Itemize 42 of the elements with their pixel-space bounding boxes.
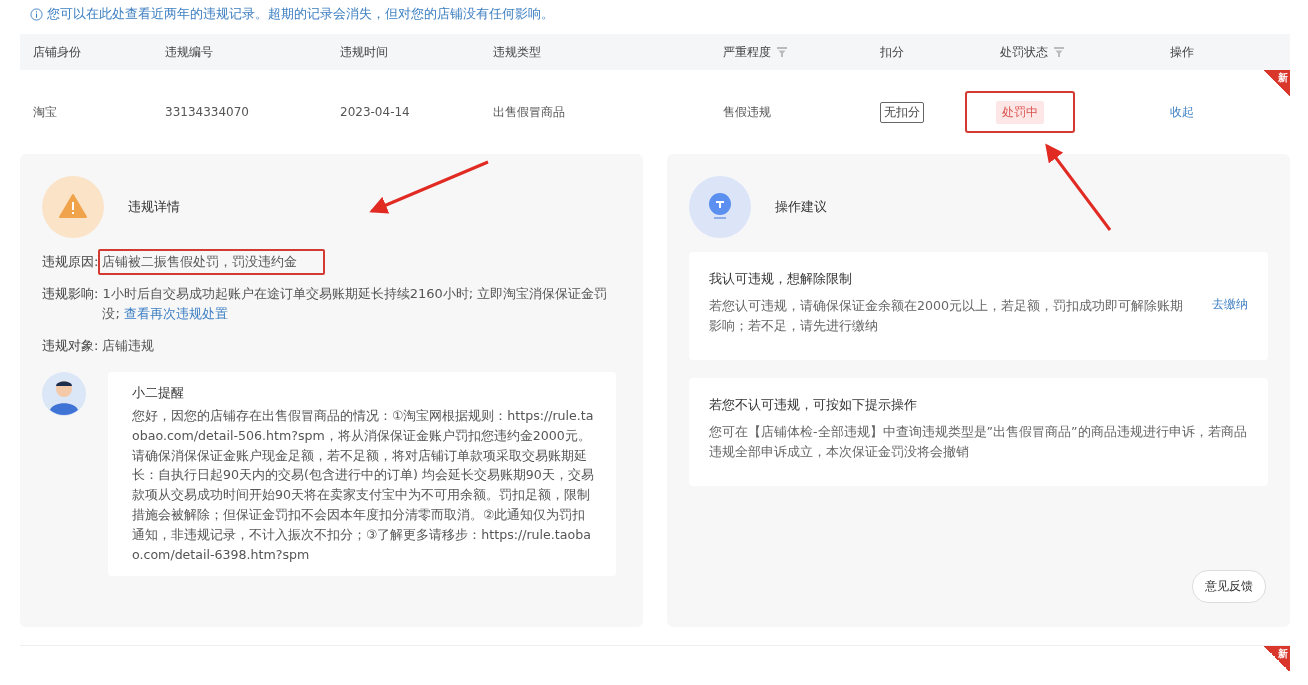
feedback-button[interactable]: 意见反馈 (1192, 570, 1266, 603)
notice-text: 您可以在此处查看近两年的违规记录。超期的记录会消失，但对您的店铺没有任何影响。 (47, 5, 554, 23)
table-cell-text: 33134334070 (165, 105, 250, 119)
panel-title: 操作建议 (775, 198, 827, 216)
table-cell-text: 淘宝 (33, 103, 58, 121)
reminder-text: 您好，因您的店铺存在出售假冒商品的情况：①淘宝网根据规则：https://rule.taobao.com/detail-506.htm?spm，将从消保保证金账户罚扣您违约金2000元。请确保消保保证金账户现金足额，若不足额，将对店铺订单款项采取交易账期延长：自执行日起90天内的交易(包含进行中的订单) 均会延长交易账期90天，交易款项从交易成功时间开始90天将在卖家支付宝中为不可用余额。罚扣足额，限制措施会被解除；但保证金罚扣不会因本年度扣分清零而取消。②此通知仅为罚扣通知，非违规记录，不计入振次不扣分；③了解更多请移步：https://rule.taobao.com/detail-6398.htm?spm (132, 407, 595, 564)
new-badge: 新 (1264, 70, 1290, 96)
field-label: 违规对象: (42, 337, 99, 355)
column-header: 违规编号 (165, 43, 213, 61)
advice-text: 您可在【店铺体检-全部违规】中查询违规类型是”出售假冒商品”的商品违规进行申诉，若商品违规全部申诉成立，本次保证金罚没将会撤销 (709, 423, 1248, 461)
field-label: 违规原因: (42, 253, 99, 271)
avatar-icon (42, 372, 86, 416)
table-cell-text: 售假违规 (723, 103, 772, 121)
reminder-title: 小二提醒 (132, 384, 185, 402)
field-label: 违规影响: (42, 285, 99, 303)
pay-link[interactable]: 去缴纳 (1212, 296, 1248, 313)
new-badge: 新 (1264, 646, 1290, 672)
table-cell-text: 出售假冒商品 (493, 103, 566, 121)
column-header: 扣分 (880, 43, 904, 61)
advice-text: 若您认可违规，请确保保证金余额在2000元以上，若足额，罚扣成功即可解除账期影响；若不足，请先进行缴纳 (709, 297, 1185, 335)
collapse-link[interactable]: 收起 (1170, 103, 1194, 121)
status-tag: 处罚中 (996, 100, 1044, 124)
table-cell-text: 2023-04-14 (340, 105, 411, 119)
lightbulb-icon (689, 176, 751, 238)
column-header: 操作 (1170, 43, 1194, 61)
warning-icon (42, 176, 104, 238)
advice-title: 若您不认可违规，可按如下提示操作 (709, 396, 918, 414)
field-value: 店铺违规 (102, 337, 155, 355)
column-header: 违规时间 (340, 43, 388, 61)
column-header: 严重程度 (723, 43, 771, 61)
filter-icon[interactable] (777, 47, 787, 57)
info-icon (30, 7, 43, 21)
filter-icon[interactable] (1054, 47, 1064, 57)
field-value: 店铺被二振售假处罚，罚没违约金 (98, 249, 326, 275)
points-tag: 无扣分 (880, 101, 924, 123)
rule-link[interactable]: 查看再次违规处置 (123, 306, 228, 321)
column-header: 店铺身份 (33, 43, 81, 61)
column-header: 处罚状态 (1000, 43, 1048, 61)
panel-title: 违规详情 (128, 198, 180, 216)
field-value: 1小时后自交易成功起账户在途订单交易账期延长持续2160小时; 立即淘宝消保保证金罚没; 查看再次违规处置 (102, 285, 609, 323)
column-header: 违规类型 (493, 43, 541, 61)
advice-title: 我认可违规，想解除限制 (709, 270, 853, 288)
